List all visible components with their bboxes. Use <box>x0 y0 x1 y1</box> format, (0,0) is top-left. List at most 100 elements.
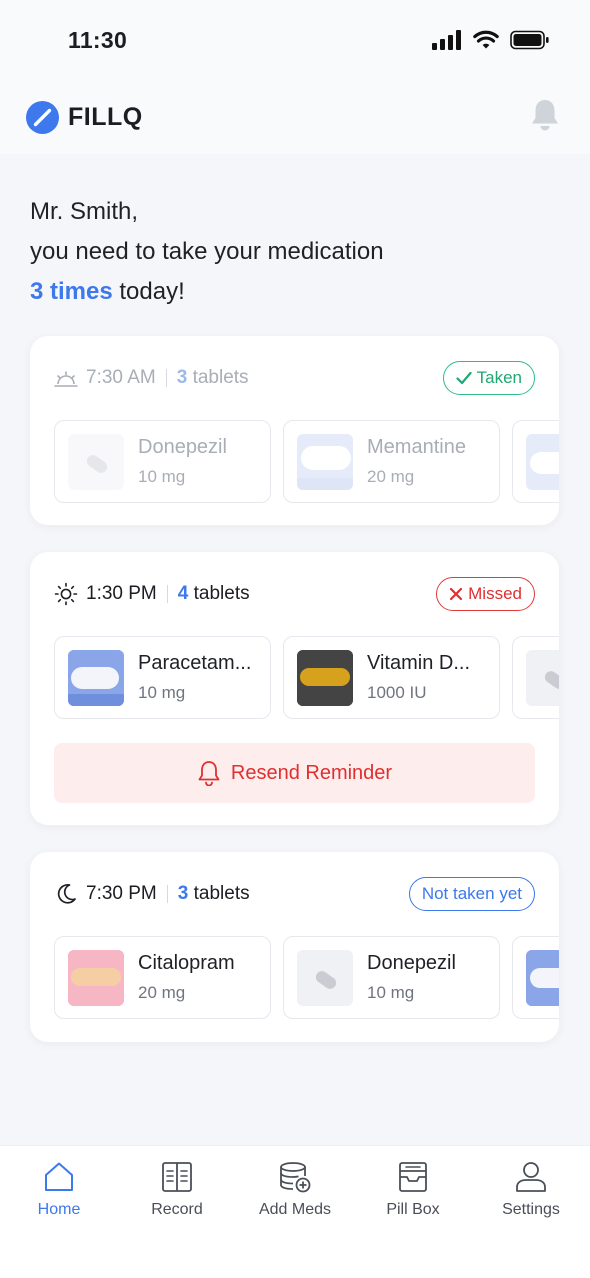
med-item[interactable]: Citalopram 20 mg <box>54 936 271 1019</box>
divider <box>165 369 167 387</box>
app-header: FILLQ <box>0 80 590 154</box>
tab-settings[interactable]: Settings <box>472 1160 590 1240</box>
sun-icon <box>54 582 78 606</box>
dose-time: 1:30 PM <box>86 583 157 604</box>
dose-card-header: 1:30 PM 4 tablets Missed <box>54 576 535 612</box>
pill-photo-icon <box>526 950 559 1006</box>
tab-label: Pill Box <box>386 1201 440 1218</box>
pill-photo-icon <box>297 434 353 490</box>
dose-card-evening[interactable]: 7:30 PM 3 tablets Not taken yet Citalopr… <box>30 852 559 1042</box>
dose-card-header: 7:30 PM 3 tablets Not taken yet <box>54 876 535 912</box>
dose-time: 7:30 PM <box>86 883 157 904</box>
moon-icon <box>57 883 76 904</box>
med-dose: 10 mg <box>138 467 186 486</box>
tablet-count: 3 tablets <box>177 367 249 389</box>
times-count: 3 times <box>30 278 113 305</box>
dose-card-afternoon[interactable]: 1:30 PM 4 tablets Missed Paracetam... 10… <box>30 552 559 825</box>
tablet-count-number: 4 <box>177 583 189 604</box>
status-bar: 11:30 <box>0 0 590 80</box>
home-icon <box>45 1162 73 1191</box>
pill-photo-icon <box>297 650 353 706</box>
greeting-times: 3 times today! <box>30 272 384 312</box>
pill-placeholder-icon <box>297 950 353 1006</box>
record-icon <box>162 1162 192 1192</box>
med-item-more[interactable] <box>512 936 559 1019</box>
med-dose: 1000 IU <box>367 683 427 702</box>
status-badge-missed: Missed <box>436 577 535 611</box>
med-item[interactable]: Donepezil 10 mg <box>283 936 500 1019</box>
tab-label: Home <box>37 1201 81 1218</box>
status-label: Taken <box>476 368 522 387</box>
pill-placeholder-icon <box>526 650 559 706</box>
med-name: Citalopram <box>138 952 235 974</box>
greeting-suffix: today! <box>112 278 185 305</box>
pill-photo-icon <box>68 950 124 1006</box>
status-label: Not taken yet <box>421 884 522 903</box>
tablet-count-label: tablets <box>187 367 249 388</box>
fillq-logo-icon <box>26 101 59 134</box>
user-icon <box>516 1162 546 1192</box>
med-name: Paracetam... <box>138 652 252 674</box>
med-dose: 20 mg <box>367 467 415 486</box>
med-dose: 10 mg <box>138 683 186 702</box>
pill-placeholder-icon <box>68 434 124 490</box>
wifi-icon <box>473 30 499 49</box>
med-item-more[interactable] <box>512 420 559 503</box>
med-dose: 20 mg <box>138 983 186 1002</box>
tab-label: Add Meds <box>258 1201 332 1218</box>
status-icons <box>432 30 550 50</box>
greeting-name: Mr. Smith, <box>30 198 139 225</box>
med-item-more[interactable] <box>512 636 559 719</box>
med-dose: 10 mg <box>367 983 415 1002</box>
bottom-tab-bar: Home Record Add Meds Pill Box Settings <box>0 1145 590 1278</box>
notification-bell-icon[interactable] <box>530 98 560 132</box>
pill-box-icon <box>399 1162 427 1192</box>
med-name: Donepezil <box>367 952 456 974</box>
med-list: Citalopram 20 mg Donepezil 10 mg <box>54 936 559 1020</box>
tab-label: Record <box>151 1201 203 1218</box>
dose-card-header: 7:30 AM 3 tablets Taken <box>54 360 535 396</box>
status-badge-pending: Not taken yet <box>408 877 535 911</box>
med-list: Paracetam... 10 mg Vitamin D... 1000 IU <box>54 636 559 720</box>
status-label: Missed <box>468 584 522 603</box>
med-name: Memantine <box>367 436 466 458</box>
bell-icon <box>198 761 220 786</box>
med-item[interactable]: Memantine 20 mg <box>283 420 500 503</box>
greeting-message: you need to take your medication <box>30 238 384 265</box>
add-meds-icon <box>280 1162 311 1193</box>
tablet-count-number: 3 <box>176 367 188 388</box>
close-icon <box>450 587 463 601</box>
tablet-count: 4 tablets <box>178 583 250 605</box>
pill-photo-icon <box>68 650 124 706</box>
app-logo[interactable]: FILLQ <box>25 100 143 135</box>
med-item[interactable]: Donepezil 10 mg <box>54 420 271 503</box>
divider <box>166 585 168 603</box>
battery-icon <box>510 30 549 50</box>
med-item[interactable]: Vitamin D... 1000 IU <box>283 636 500 719</box>
tablet-count-number: 3 <box>177 883 189 904</box>
tab-label: Settings <box>502 1201 560 1218</box>
med-name: Vitamin D... <box>367 652 470 674</box>
dose-card-morning[interactable]: 7:30 AM 3 tablets Taken Donepezil 10 mg … <box>30 336 559 525</box>
med-name: Donepezil <box>138 436 227 458</box>
tablet-count-label: tablets <box>188 583 250 604</box>
tab-home[interactable]: Home <box>0 1160 118 1240</box>
tab-record[interactable]: Record <box>118 1160 236 1240</box>
med-item[interactable]: Paracetam... 10 mg <box>54 636 271 719</box>
med-list: Donepezil 10 mg Memantine 20 mg <box>54 420 559 504</box>
tablet-count: 3 tablets <box>178 883 250 905</box>
app-name: FILLQ <box>68 103 143 131</box>
divider <box>166 885 168 903</box>
dose-time: 7:30 AM <box>86 367 156 388</box>
greeting: Mr. Smith, you need to take your medicat… <box>30 192 384 312</box>
tab-add-meds[interactable]: Add Meds <box>236 1160 354 1240</box>
pill-photo-icon <box>526 434 559 490</box>
check-icon <box>456 371 472 385</box>
status-badge-taken: Taken <box>442 361 535 395</box>
resend-reminder-label: Resend Reminder <box>230 761 393 784</box>
sunrise-icon <box>54 371 78 387</box>
resend-reminder-button[interactable]: Resend Reminder <box>54 743 535 803</box>
tab-pill-box[interactable]: Pill Box <box>354 1160 472 1240</box>
status-time: 11:30 <box>68 27 128 53</box>
tablet-count-label: tablets <box>188 883 250 904</box>
